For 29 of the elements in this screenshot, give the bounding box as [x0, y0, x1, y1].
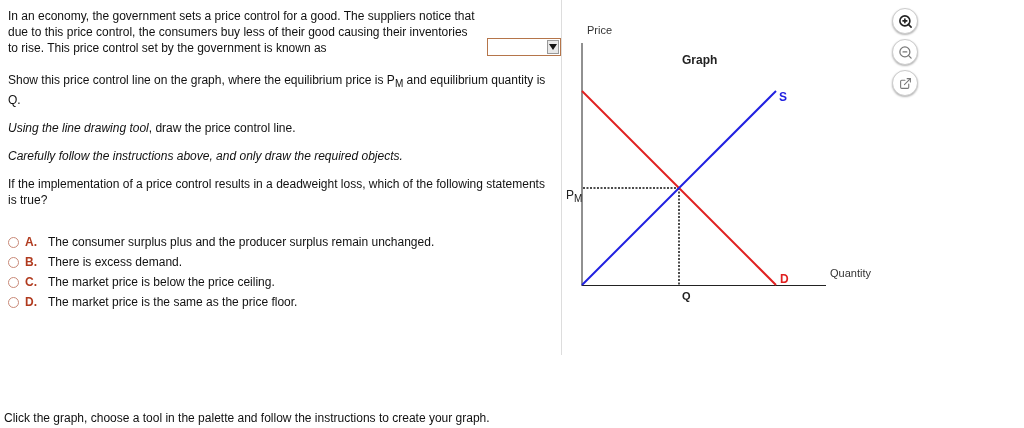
quantity-label: Q: [682, 290, 691, 302]
caret-icon: [547, 40, 559, 54]
graph-instruction-text: Click the graph, choose a tool in the palette and follow the instructions to create your graph.: [3, 410, 491, 426]
open-external-button[interactable]: [892, 70, 918, 96]
graph-title: Graph: [682, 53, 718, 67]
choice-text: There is excess demand.: [48, 255, 183, 270]
question-text: If the implementation of a price control results in a deadweight loss, which of the following statements is true?: [8, 176, 546, 209]
external-link-icon: [898, 76, 912, 90]
y-axis-label: Price: [587, 24, 613, 36]
choice-letter: C.: [25, 275, 38, 290]
choice-text: The consumer surplus plus and the producer surplus remain unchanged.: [48, 235, 435, 250]
instruction-text: Carefully follow the instructions above, and only draw the required objects.: [8, 148, 404, 165]
price-label: P$_{M}$: [566, 188, 583, 205]
question-text: Using the line drawing tool, draw the price control line.: [8, 120, 297, 137]
choice-letter: A.: [25, 235, 38, 250]
zoom-out-button[interactable]: [892, 39, 918, 65]
answer-dropdown[interactable]: [487, 38, 561, 56]
question-text: In an economy, the government sets a price control for a good. The suppliers notice that due to this price control, the consumers buy less of their good causing their inventories to rise. This price control set by the government is known as: [8, 8, 475, 56]
choice-text: The market price is the same as the price floor.: [48, 295, 298, 310]
choice-letter: D.: [25, 295, 38, 310]
choice-letter: B.: [25, 255, 38, 270]
supply-label: S: [779, 90, 787, 104]
zoom-in-icon: [897, 13, 913, 29]
choice-text: The market price is below the price ceiling.: [48, 275, 275, 290]
zoom-out-icon: [897, 44, 913, 60]
zoom-in-button[interactable]: [892, 8, 918, 34]
question-text: Show this price control line on the graph, where the equilibrium price is P$_{M}$ and equilibrium quantity is Q.: [8, 72, 547, 109]
x-axis-label: Quantity: [830, 267, 871, 279]
demand-label: D: [780, 272, 789, 286]
